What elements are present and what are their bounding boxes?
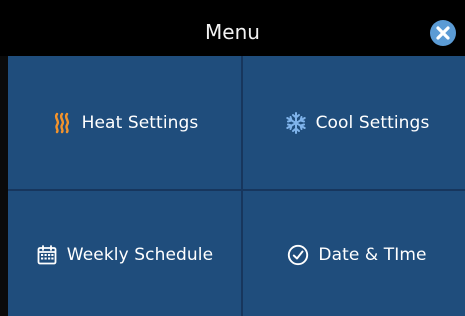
close-icon <box>430 20 456 46</box>
weekly-schedule-label: Weekly Schedule <box>66 244 214 265</box>
heat-settings-button[interactable]: Heat Settings <box>8 56 241 189</box>
clock-icon <box>287 244 309 266</box>
menu-screen: Menu Heat Settings Cool Settings Weekly … <box>0 0 465 316</box>
menu-grid: Heat Settings Cool Settings Weekly Sched… <box>8 56 465 316</box>
cool-settings-button[interactable]: Cool Settings <box>243 56 465 189</box>
heat-settings-label: Heat Settings <box>81 112 199 133</box>
close-button[interactable] <box>429 19 457 47</box>
snowflake-icon <box>285 111 307 134</box>
date-time-label: Date & TIme <box>318 244 427 265</box>
calendar-icon <box>36 244 58 266</box>
menu-header: Menu <box>0 0 465 56</box>
heat-icon <box>51 112 73 134</box>
date-time-button[interactable]: Date & TIme <box>243 191 465 316</box>
weekly-schedule-button[interactable]: Weekly Schedule <box>8 191 241 316</box>
menu-title: Menu <box>205 20 260 44</box>
cool-settings-label: Cool Settings <box>315 112 430 133</box>
